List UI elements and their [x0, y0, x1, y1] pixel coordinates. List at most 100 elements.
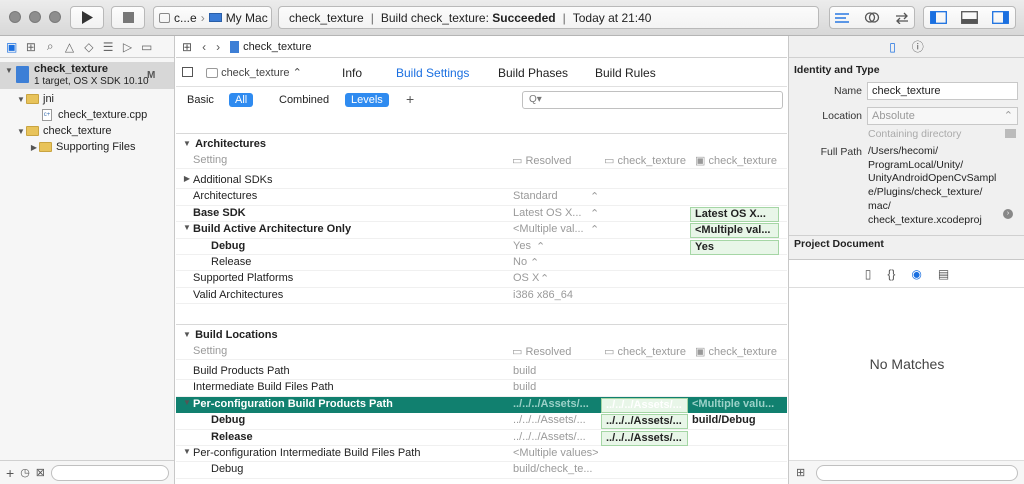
reveal-in-finder-icon[interactable]: › [1003, 209, 1013, 219]
grid-view-icon[interactable]: ⊞ [796, 466, 805, 479]
toggle-targets-icon[interactable] [182, 67, 193, 77]
disclosure-open-icon[interactable]: ▼ [182, 447, 192, 456]
quick-help-icon[interactable]: ⓘ [912, 38, 924, 55]
setting-row[interactable]: ▼ Per-configuration Build Products Path..… [176, 396, 787, 414]
find-navigator-icon[interactable]: ⌕ [41, 39, 60, 54]
setting-row[interactable]: Release ../../../Assets/... ../../../Asset… [176, 430, 787, 446]
tree-item-cpp-file[interactable]: c+ check_texture.cpp [0, 107, 174, 123]
tab-build-phases[interactable]: Build Phases [498, 66, 568, 80]
target-selector[interactable]: check_texture ⌃ [206, 66, 302, 79]
disclosure-open-icon[interactable]: ▼ [4, 66, 14, 75]
chevron-updown-icon[interactable]: ⌃ [536, 240, 545, 253]
report-navigator-icon[interactable]: ▭ [137, 40, 156, 54]
version-editor-icon[interactable] [894, 12, 910, 24]
library-filter-input[interactable] [816, 465, 1018, 481]
media-library-icon[interactable]: ▤ [938, 267, 949, 281]
filter-all[interactable]: All [229, 93, 254, 107]
setting-row[interactable]: ▼ Per-configuration Intermediate Build Fi… [176, 446, 787, 463]
setting-row[interactable]: Architectures Standard ⌃ [176, 189, 787, 206]
code-snippet-icon[interactable]: {} [887, 267, 895, 281]
project-value[interactable]: <Multiple val... [690, 223, 779, 239]
standard-editor-icon[interactable] [834, 12, 850, 24]
symbol-navigator-icon[interactable]: ⊞ [21, 40, 40, 54]
section-build-locations[interactable]: ▼ Build Locations [176, 324, 787, 344]
project-value[interactable]: build/Debug [692, 414, 756, 426]
tab-build-settings[interactable]: Build Settings [396, 66, 469, 80]
disclosure-closed-icon[interactable]: ▶ [182, 174, 192, 183]
disclosure-open-icon[interactable]: ▼ [16, 95, 26, 104]
target-value[interactable]: ../../../Assets/... [601, 397, 688, 413]
breakpoint-navigator-icon[interactable]: ▷ [118, 40, 137, 54]
setting-row[interactable]: Debug build/check_te... [176, 462, 787, 479]
disclosure-open-icon[interactable]: ▼ [182, 223, 192, 232]
toggle-utilities-icon[interactable] [992, 11, 1009, 24]
project-value[interactable]: Latest OS X... [690, 206, 779, 222]
filter-basic[interactable]: Basic [181, 93, 220, 107]
minimize-window-button[interactable] [29, 11, 41, 23]
section-architectures[interactable]: ▼ Architectures [176, 133, 787, 153]
disclosure-open-icon[interactable]: ▼ [182, 398, 192, 407]
setting-row[interactable]: Release No ⌃ [176, 255, 787, 272]
project-row[interactable]: ▼ check_texture 1 target, OS X SDK 10.10… [0, 62, 174, 89]
assistant-editor-icon[interactable] [864, 11, 880, 24]
name-field[interactable]: check_texture [867, 82, 1018, 100]
view-toggle-control[interactable] [923, 6, 1016, 29]
target-value[interactable]: ../../../Assets/... [601, 414, 688, 430]
disclosure-open-icon[interactable]: ▼ [16, 127, 26, 136]
chevron-updown-icon[interactable]: ⌃ [590, 190, 599, 203]
scm-filter-icon[interactable]: ⊠ [36, 466, 45, 479]
disclosure-closed-icon[interactable]: ▶ [29, 143, 39, 152]
project-value[interactable]: <Multiple valu... [692, 398, 774, 410]
add-setting-icon[interactable]: + [406, 91, 414, 107]
project-navigator-icon[interactable]: ▣ [2, 40, 21, 54]
toggle-navigator-icon[interactable] [930, 11, 947, 24]
setting-row[interactable]: ▼ Build Active Architecture Only <Multiple… [176, 222, 787, 239]
add-icon[interactable]: + [6, 465, 14, 481]
tree-item-jni[interactable]: ▼ jni [0, 91, 174, 107]
filter-combined[interactable]: Combined [273, 93, 335, 107]
setting-row[interactable]: ▶ Additional SDKs [176, 173, 787, 190]
setting-row[interactable]: Supported Platforms OS X ⌃ [176, 271, 787, 288]
tree-item-supporting-files[interactable]: ▶ Supporting Files [0, 139, 174, 155]
stop-button[interactable] [111, 6, 145, 29]
tab-build-rules[interactable]: Build Rules [595, 66, 656, 80]
test-navigator-icon[interactable]: ◇ [79, 40, 98, 54]
project-value[interactable]: Yes [690, 239, 779, 255]
debug-navigator-icon[interactable]: ☰ [98, 40, 117, 54]
toggle-debug-area-icon[interactable] [961, 11, 978, 24]
chevron-updown-icon[interactable]: ⌃ [590, 223, 599, 236]
disclosure-open-icon[interactable]: ▼ [182, 139, 192, 148]
location-select[interactable]: Absolute ⌃ [867, 107, 1018, 125]
run-button[interactable] [70, 6, 104, 29]
setting-row[interactable]: Base SDK Latest OS X... ⌃ Latest OS X... [176, 206, 787, 223]
object-library-icon[interactable]: ◉ [911, 267, 921, 281]
chevron-updown-icon[interactable]: ⌃ [590, 207, 599, 220]
tree-item-group[interactable]: ▼ check_texture [0, 123, 174, 139]
file-template-icon[interactable]: ▯ [865, 267, 872, 281]
forward-icon[interactable]: › [216, 40, 220, 54]
file-inspector-icon[interactable]: ▯ [889, 40, 896, 54]
disclosure-open-icon[interactable]: ▼ [182, 330, 192, 339]
editor-mode-control[interactable] [829, 6, 915, 29]
jump-file-label[interactable]: check_texture [243, 41, 311, 53]
close-window-button[interactable] [9, 11, 21, 23]
scheme-selector[interactable]: c...e › My Mac [153, 6, 272, 29]
recent-files-icon[interactable]: ◷ [20, 466, 30, 479]
setting-row[interactable]: Debug ../../../Assets/... ../../../Assets/… [176, 413, 787, 430]
settings-search-input[interactable]: Q▾ [522, 91, 783, 109]
folder-icon[interactable] [1005, 129, 1016, 138]
chevron-updown-icon[interactable]: ⌃ [540, 272, 549, 285]
target-value[interactable]: ../../../Assets/... [601, 430, 688, 446]
filter-levels[interactable]: Levels [345, 93, 389, 107]
setting-row[interactable]: Debug Yes ⌃ Yes [176, 239, 787, 255]
tab-info[interactable]: Info [342, 66, 362, 80]
zoom-window-button[interactable] [49, 11, 61, 23]
chevron-updown-icon[interactable]: ⌃ [530, 256, 539, 269]
back-icon[interactable]: ‹ [202, 40, 206, 54]
setting-row[interactable]: Build Products Path build [176, 364, 787, 381]
related-items-icon[interactable]: ⊞ [182, 40, 192, 54]
filter-input[interactable] [51, 464, 170, 481]
issue-navigator-icon[interactable]: △ [60, 40, 79, 54]
setting-row[interactable]: Intermediate Build Files Path build [176, 380, 787, 397]
setting-row[interactable]: Valid Architectures i386 x86_64 [176, 288, 787, 305]
